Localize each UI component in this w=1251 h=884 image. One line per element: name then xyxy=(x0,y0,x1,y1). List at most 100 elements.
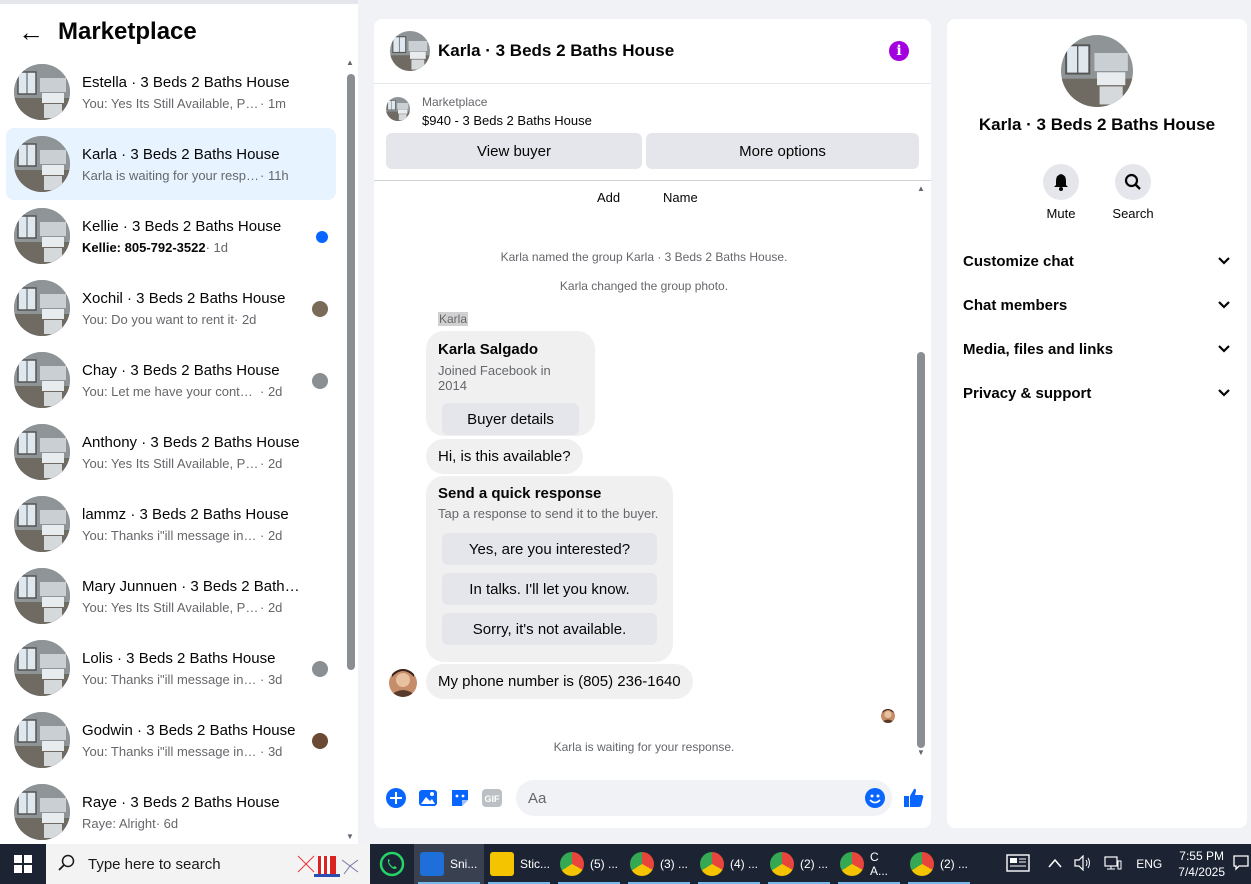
chrome-taskbar-item[interactable]: C A... xyxy=(834,844,904,884)
sticker-icon[interactable] xyxy=(448,786,472,810)
svg-text:GIF: GIF xyxy=(485,794,501,804)
name-label[interactable]: Name xyxy=(663,190,698,205)
info-icon[interactable]: i xyxy=(889,41,909,61)
conversation-item[interactable]: Raye · 3 Beds 2 Baths House Raye: Alright… xyxy=(6,776,336,848)
conversation-item[interactable]: Karla · 3 Beds 2 Baths House Karla is wai… xyxy=(6,128,336,200)
conversation-pane: ← Marketplace Estella · 3 Beds 2 Baths H… xyxy=(0,0,358,844)
search-button[interactable]: Search xyxy=(1112,164,1154,221)
scrollbar-thumb[interactable] xyxy=(347,74,355,670)
sticky-notes-taskbar-item[interactable]: Stic... xyxy=(484,844,554,884)
scrollbar-thumb[interactable] xyxy=(917,352,925,748)
plus-icon[interactable] xyxy=(384,786,408,810)
chrome-icon xyxy=(840,852,864,876)
chrome-taskbar-item[interactable]: (2) ... xyxy=(904,844,974,884)
details-section[interactable]: Chat members xyxy=(955,283,1239,327)
read-receipt-avatar xyxy=(312,661,328,677)
sender-avatar[interactable] xyxy=(389,669,417,697)
conversation-name: Lolis · 3 Beds 2 Baths House xyxy=(82,649,276,667)
photo-icon[interactable] xyxy=(416,786,440,810)
chrome-taskbar-item[interactable]: (5) ... xyxy=(554,844,624,884)
quick-response-button[interactable]: Sorry, it's not available. xyxy=(442,613,657,645)
like-icon[interactable] xyxy=(902,786,926,810)
sticky-notes-icon xyxy=(490,852,514,876)
news-icon[interactable] xyxy=(1006,853,1030,875)
chevron-down-icon xyxy=(1217,297,1231,314)
emoji-icon[interactable] xyxy=(864,787,886,809)
whatsapp-taskbar-icon[interactable] xyxy=(370,844,414,884)
details-section[interactable]: Privacy & support xyxy=(955,371,1239,415)
read-receipt-avatar xyxy=(312,373,328,389)
sender-label: Karla xyxy=(438,312,469,326)
taskbar-apps: Sni... Stic... (5) ... (3) ... (4) ... (2) ..… xyxy=(414,844,974,884)
scroll-down-icon[interactable]: ▼ xyxy=(346,832,354,841)
conversation-item[interactable]: Estella · 3 Beds 2 Baths House You: Yes I… xyxy=(6,56,336,128)
conversation-item[interactable]: Godwin · 3 Beds 2 Baths House You: Thanks… xyxy=(6,704,336,776)
conversation-snippet: Raye: Alright xyxy=(82,815,156,831)
quick-response-button[interactable]: Yes, are you interested? xyxy=(442,533,657,565)
details-section-label: Chat members xyxy=(963,296,1068,314)
conversation-thumbnail xyxy=(14,424,70,480)
conversation-item[interactable]: Mary Junnuen · 3 Beds 2 Baths ... You: Ye… xyxy=(6,560,336,632)
chat-avatar[interactable] xyxy=(390,31,430,71)
scroll-up-icon[interactable]: ▲ xyxy=(917,184,925,193)
conversation-thumbnail xyxy=(14,712,70,768)
chevron-up-icon[interactable] xyxy=(1048,857,1062,871)
volume-icon[interactable] xyxy=(1074,854,1092,874)
add-label[interactable]: Add xyxy=(597,190,620,205)
message-thread: Add Name Karla named the group Karla · 3… xyxy=(374,182,931,760)
notification-icon[interactable] xyxy=(1233,854,1249,874)
back-arrow-icon[interactable]: ← xyxy=(18,19,44,45)
more-options-button[interactable]: More options xyxy=(646,133,919,169)
clock[interactable]: 7:55 PM 7/4/2025 xyxy=(1178,848,1225,880)
details-section[interactable]: Media, files and links xyxy=(955,327,1239,371)
thread-scrollbar[interactable]: ▲ ▼ xyxy=(915,182,927,760)
details-section[interactable]: Customize chat xyxy=(955,239,1239,283)
conversation-item[interactable]: Kellie · 3 Beds 2 Baths House Kellie: 805… xyxy=(6,200,336,272)
conversation-thumbnail xyxy=(14,64,70,120)
conversation-name: Karla · 3 Beds 2 Baths House xyxy=(82,145,280,163)
scroll-up-icon[interactable]: ▲ xyxy=(346,58,354,67)
gif-icon[interactable]: GIF xyxy=(480,786,504,810)
conversation-thumbnail xyxy=(14,208,70,264)
windows-start-icon[interactable] xyxy=(0,844,46,884)
details-section-label: Media, files and links xyxy=(963,340,1114,358)
taskbar-item-label: (5) ... xyxy=(590,857,619,871)
taskbar-item-label: (2) ... xyxy=(940,857,969,871)
conversation-list: Estella · 3 Beds 2 Baths House You: Yes I… xyxy=(6,56,336,848)
chrome-taskbar-item[interactable]: (2) ... xyxy=(764,844,834,884)
conversation-item[interactable]: lammz · 3 Beds 2 Baths House You: Thanks … xyxy=(6,488,336,560)
snipping-tool-taskbar-item[interactable]: Sni... xyxy=(414,844,484,884)
listing-thumbnail[interactable] xyxy=(386,97,410,121)
message-bubble: My phone number is (805) 236-1640 xyxy=(426,664,693,699)
chat-panel: Karla · 3 Beds 2 Baths House i Marketpla… xyxy=(374,19,931,828)
message-input[interactable]: Aa xyxy=(516,780,892,816)
scroll-down-icon[interactable]: ▼ xyxy=(917,748,925,757)
snipping-icon xyxy=(420,852,444,876)
conversation-time: · 1d xyxy=(205,239,228,255)
chrome-taskbar-item[interactable]: (4) ... xyxy=(694,844,764,884)
quick-response-button[interactable]: In talks. I'll let you know. xyxy=(442,573,657,605)
buyer-details-button[interactable]: Buyer details xyxy=(442,403,579,435)
mute-button[interactable]: Mute xyxy=(1043,164,1079,221)
conversation-item[interactable]: Xochil · 3 Beds 2 Baths House You: Do you… xyxy=(6,272,336,344)
conversation-name: lammz · 3 Beds 2 Baths House xyxy=(82,505,289,523)
conversation-name: Raye · 3 Beds 2 Baths House xyxy=(82,793,280,811)
conversation-name: Kellie · 3 Beds 2 Baths House xyxy=(82,217,282,235)
chrome-taskbar-item[interactable]: (3) ... xyxy=(624,844,694,884)
details-avatar xyxy=(1061,35,1133,107)
conversation-item[interactable]: Lolis · 3 Beds 2 Baths House You: Thanks … xyxy=(6,632,336,704)
taskbar-search[interactable]: Type here to search xyxy=(46,844,370,884)
chat-title[interactable]: Karla · 3 Beds 2 Baths House xyxy=(438,41,674,61)
windows-taskbar: Type here to search Sni... Stic... (5) ...… xyxy=(0,844,1251,884)
conversation-item[interactable]: Chay · 3 Beds 2 Baths House You: Let me h… xyxy=(6,344,336,416)
view-buyer-button[interactable]: View buyer xyxy=(386,133,642,169)
language-indicator[interactable]: ENG xyxy=(1136,857,1162,871)
bell-icon xyxy=(1043,164,1079,200)
listing-banner: Marketplace $940 - 3 Beds 2 Baths House … xyxy=(374,84,931,181)
conversation-scrollbar[interactable]: ▲ ▼ xyxy=(344,56,356,848)
conversation-snippet: You: Thanks i"ill message in a mom... xyxy=(82,527,260,543)
clock-date: 7/4/2025 xyxy=(1178,865,1225,879)
conversation-item[interactable]: Anthony · 3 Beds 2 Baths House You: Yes I… xyxy=(6,416,336,488)
network-icon[interactable] xyxy=(1104,855,1122,874)
conversation-snippet: Karla is waiting for your response. xyxy=(82,167,260,183)
